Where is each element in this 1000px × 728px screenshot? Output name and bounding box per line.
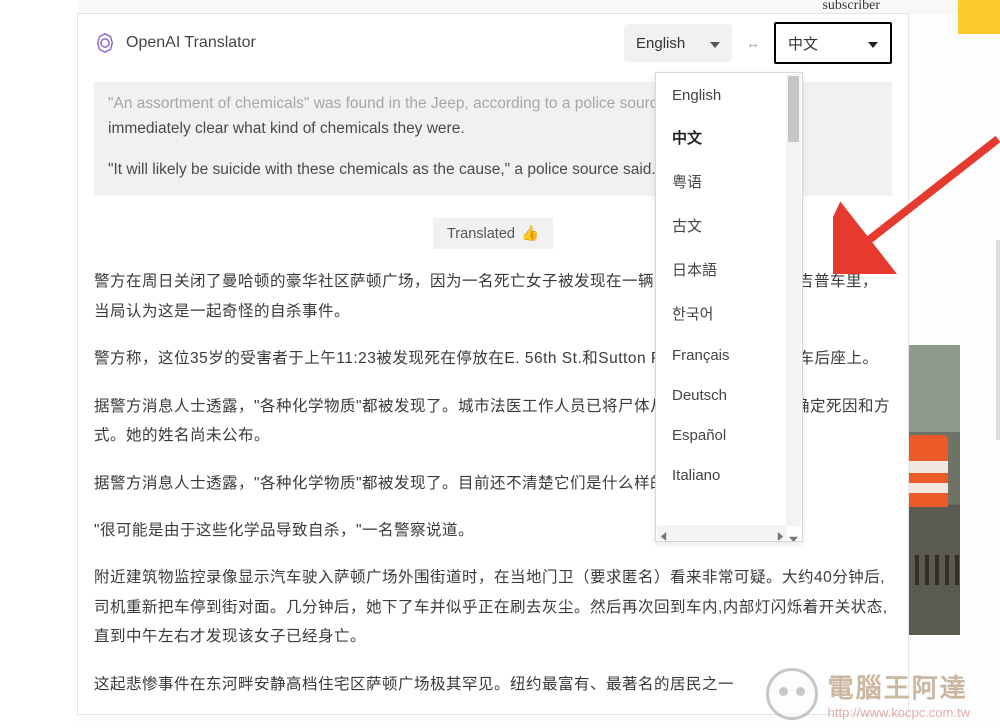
dropdown-option-spanish[interactable]: Español — [656, 415, 802, 455]
dropdown-option-french[interactable]: Français — [656, 335, 802, 375]
target-language-label: 中文 — [788, 33, 818, 54]
scrollbar-thumb[interactable] — [788, 76, 799, 142]
dropdown-list: English 中文 粤语 古文 日本語 한국어 Français Deutsc… — [656, 73, 802, 497]
subscribe-button-fragment[interactable] — [958, 0, 1000, 34]
thumbs-up-icon: 👍 — [521, 225, 539, 242]
openai-logo-icon — [94, 32, 116, 54]
translator-header: OpenAI Translator English ↔ 中文 — [78, 14, 908, 72]
scroll-right-icon[interactable] — [776, 528, 785, 537]
dropdown-option-korean[interactable]: 한국어 — [656, 291, 802, 335]
browser-scrollbar-fragment[interactable] — [996, 240, 1000, 440]
dropdown-option-english[interactable]: English — [656, 75, 802, 115]
caret-down-icon — [710, 35, 720, 52]
dropdown-option-cantonese[interactable]: 粤语 — [656, 159, 802, 203]
target-language-select[interactable]: 中文 — [774, 22, 892, 64]
dropdown-option-italian[interactable]: Italiano — [656, 455, 802, 495]
scroll-down-icon[interactable] — [789, 531, 798, 540]
subscribe-text-fragment: subscriber — [822, 0, 880, 14]
app-title: OpenAI Translator — [126, 34, 256, 52]
source-language-select[interactable]: English — [624, 24, 732, 62]
source-watermark: 電腦王阿達 http://www.kocpc.com.tw — [766, 668, 970, 720]
caret-down-icon — [868, 35, 878, 52]
target-language-dropdown[interactable]: English 中文 粤语 古文 日本語 한국어 Français Deutsc… — [655, 72, 803, 542]
dropdown-scrollbar-horizontal[interactable] — [657, 525, 787, 540]
dropdown-option-german[interactable]: Deutsch — [656, 375, 802, 415]
background-left-strip — [0, 0, 78, 728]
translated-label: Translated — [447, 226, 515, 242]
result-paragraph: 附近建筑物监控录像显示汽车驶入萨顿广场外围街道时，在当地门卫（要求匿名）看来非常… — [94, 563, 892, 651]
dropdown-option-classical[interactable]: 古文 — [656, 203, 802, 247]
source-language-label: English — [636, 35, 685, 52]
source-line-1: "An assortment of chemicals" was found i… — [108, 95, 741, 112]
swap-languages-icon[interactable]: ↔ — [746, 35, 760, 51]
watermark-url: http://www.kocpc.com.tw — [828, 705, 970, 720]
dropdown-option-chinese[interactable]: 中文 — [656, 115, 802, 159]
scroll-left-icon[interactable] — [659, 528, 668, 537]
watermark-face-icon — [766, 668, 818, 720]
dropdown-scrollbar-vertical[interactable] — [786, 74, 801, 526]
watermark-title: 電腦王阿達 — [828, 668, 970, 705]
dropdown-option-japanese[interactable]: 日本語 — [656, 247, 802, 291]
source-line-2: immediately clear what kind of chemicals… — [108, 120, 465, 137]
